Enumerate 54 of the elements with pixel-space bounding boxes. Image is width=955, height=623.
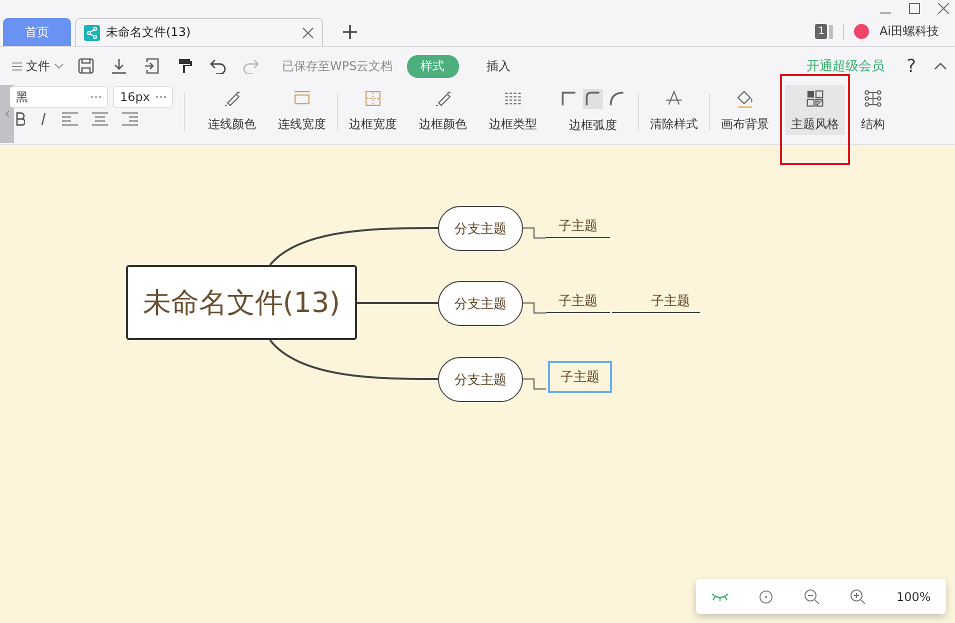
file-menu[interactable]: 文件 xyxy=(12,58,64,74)
align-center-icon[interactable] xyxy=(92,112,108,126)
subtopic[interactable]: 子主题 xyxy=(612,289,700,313)
zoom-out-icon[interactable] xyxy=(804,588,820,604)
structure-icon xyxy=(862,89,884,108)
close-icon[interactable] xyxy=(938,3,949,14)
branch-topic[interactable]: 分支主题 xyxy=(438,281,523,326)
subtopic[interactable]: 子主题 xyxy=(548,361,612,393)
font-family-field[interactable]: 黑 xyxy=(10,86,108,108)
toolbar-tool[interactable]: 清除样式 xyxy=(639,74,709,165)
toolbar-tool[interactable]: 画布背景 xyxy=(710,74,780,165)
save-icon[interactable] xyxy=(78,58,94,74)
menu-icon xyxy=(12,62,22,70)
chevron-left-icon xyxy=(4,110,10,118)
collapse-icon[interactable] xyxy=(934,62,947,70)
tab[interactable]: 未命名文件(13) xyxy=(75,18,323,46)
bold-icon[interactable] xyxy=(16,112,25,126)
user-name[interactable]: Ai田螺科技 xyxy=(879,23,939,40)
theme-blocks-icon xyxy=(805,89,825,108)
zoom-level: 100% xyxy=(896,590,931,604)
window-count-badge[interactable]: 1 xyxy=(815,24,828,39)
zoom-in-icon[interactable] xyxy=(850,588,866,604)
align-left-icon[interactable] xyxy=(62,112,78,126)
mind-map-icon xyxy=(84,24,100,40)
help-button[interactable]: ? xyxy=(906,56,916,76)
branch-topic[interactable]: 分支主题 xyxy=(438,357,523,402)
download-icon[interactable] xyxy=(111,58,127,74)
subtopic[interactable]: 子主题 xyxy=(546,289,610,313)
align-right-icon[interactable] xyxy=(122,112,138,126)
toolbar-tool[interactable]: 边框弧度 xyxy=(548,74,638,165)
closed-eye-icon[interactable] xyxy=(711,592,730,600)
toolbar-tool[interactable]: 边框宽度 xyxy=(338,74,408,165)
undo-icon[interactable] xyxy=(210,58,226,74)
toolbar-tool[interactable]: 结构 xyxy=(850,74,896,165)
subtopic[interactable]: 子主题 xyxy=(546,214,610,238)
tab-label: 未命名文件(13) xyxy=(106,24,191,41)
central-topic[interactable]: 未命名文件(13) xyxy=(126,265,357,340)
toolbar-tool[interactable]: 连线宽度 xyxy=(267,74,337,165)
maximize-icon[interactable] xyxy=(909,3,920,14)
format-painter-icon[interactable] xyxy=(177,58,193,74)
toolbar-tool[interactable]: 连线颜色 xyxy=(197,74,267,165)
chevron-down-icon xyxy=(54,63,64,69)
avatar[interactable] xyxy=(854,24,870,39)
branch-topic[interactable]: 分支主题 xyxy=(438,206,523,251)
save-status: 已保存至WPS云文档 xyxy=(282,58,393,74)
tab-label: 首页 xyxy=(25,24,49,40)
font-size-field[interactable]: 16px xyxy=(113,86,173,108)
sidebar-toggle[interactable] xyxy=(0,85,14,143)
export-icon[interactable] xyxy=(144,58,160,74)
close-tab-button[interactable] xyxy=(302,26,314,38)
italic-icon[interactable] xyxy=(39,112,48,126)
stack-icon xyxy=(829,24,834,38)
locate-icon[interactable] xyxy=(759,590,774,604)
corner-style-option[interactable] xyxy=(583,89,603,109)
